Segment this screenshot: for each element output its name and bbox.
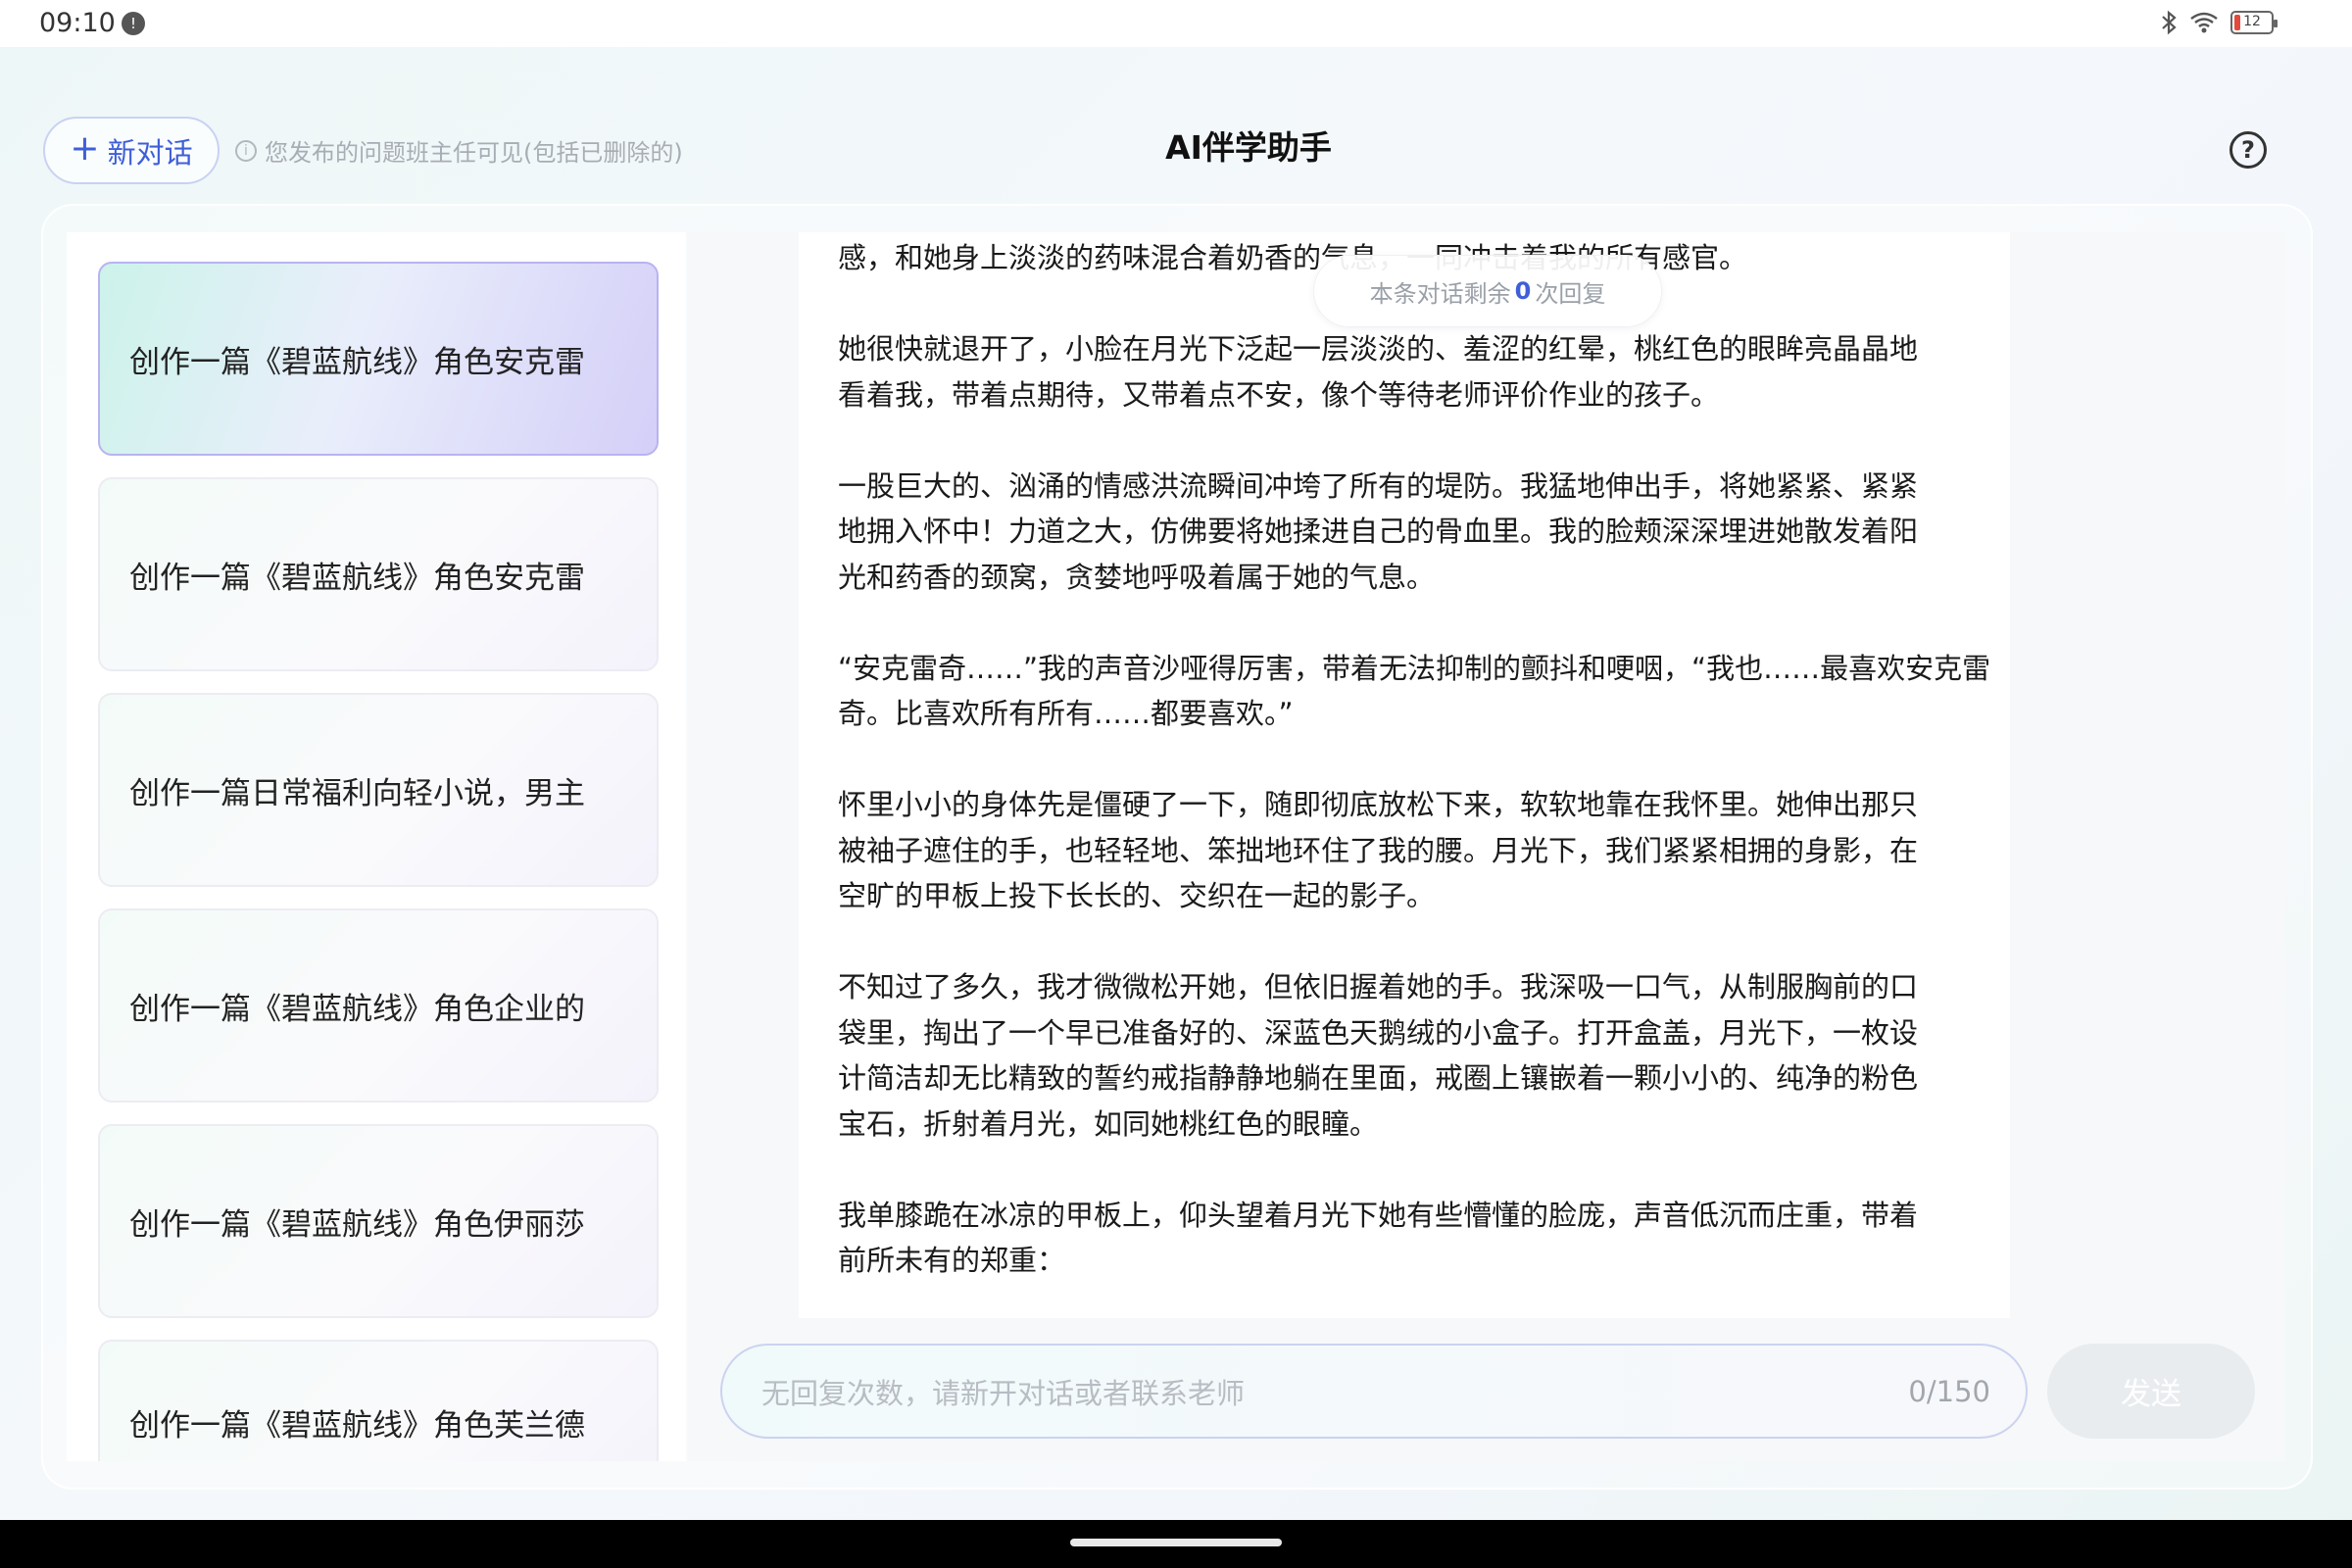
status-icons: 12 <box>2160 10 2278 35</box>
conversation-item[interactable]: 创作一篇日常福利向轻小说，男主 <box>98 693 659 887</box>
message-paragraph: “安克雷奇……”我的声音沙哑得厉害，带着无法抑制的颤抖和哽咽，“我也……最喜欢安… <box>838 646 1994 737</box>
message-line: “安克雷奇……”我的声音沙哑得厉害，带着无法抑制的颤抖和哽咽，“我也……最喜欢安… <box>838 651 1991 685</box>
message-line: 不知过了多久，我才微微松开她，但依旧握着她的手。我深吸一口气，从制服胸前的口 <box>838 970 1919 1004</box>
conversation-title: 创作一篇《碧蓝航线》角色安克雷 <box>129 344 585 380</box>
notification-icon: ! <box>122 12 145 35</box>
conversation-item[interactable]: 创作一篇《碧蓝航线》角色芙兰德 <box>98 1340 659 1461</box>
status-time: 09:10 <box>39 8 116 38</box>
message-input[interactable]: 无回复次数，请新开对话或者联系老师 0/150 <box>720 1344 2028 1439</box>
message-line: 她很快就退开了，小脸在月光下泛起一层淡淡的、羞涩的红晕，桃红色的眼眸亮晶晶地 <box>838 332 1919 366</box>
message-line: 怀里小小的身体先是僵硬了一下，随即彻底放松下来，软软地靠在我怀里。她伸出那只 <box>838 788 1919 821</box>
message-line: 前所未有的郑重： <box>838 1244 1066 1277</box>
message-line: 看着我，带着点期待，又带着点不安，像个等待老师评价作业的孩子。 <box>838 377 1720 412</box>
message-paragraph: 怀里小小的身体先是僵硬了一下，随即彻底放松下来，软软地靠在我怀里。她伸出那只 被袖… <box>838 782 1994 919</box>
message-paragraph: 她很快就退开了，小脸在月光下泛起一层淡淡的、羞涩的红晕，桃红色的眼眸亮晶晶地 看着… <box>838 326 1994 417</box>
message-line: 光和药香的颈窝，贪婪地呼吸着属于她的气息。 <box>838 560 1436 594</box>
char-counter: 0/150 <box>1908 1374 1990 1408</box>
page-title: AI伴学助手 <box>1165 128 1332 167</box>
battery-icon: 12 <box>2230 11 2278 34</box>
remaining-suffix: 次回复 <box>1535 279 1606 308</box>
remaining-count: 0 <box>1514 277 1532 305</box>
message-paragraph: 我单膝跪在冰凉的甲板上，仰头望着月光下她有些懵懂的脸庞，声音低沉而庄重，带着 前所… <box>838 1193 1994 1284</box>
conversation-item[interactable]: 创作一篇《碧蓝航线》角色安克雷 <box>98 262 659 456</box>
conversation-item[interactable]: 创作一篇《碧蓝航线》角色企业的 <box>98 908 659 1102</box>
conversation-title: 创作一篇日常福利向轻小说，男主 <box>129 775 585 811</box>
ai-message: 感，和她身上淡淡的药味混合着奶香的气息，一同冲击着我的所有感官。 她很快就退开了，… <box>799 232 2010 1318</box>
conversation-title: 创作一篇《碧蓝航线》角色伊丽莎 <box>129 1206 585 1243</box>
message-line: 被袖子遮住的手，也轻轻地、笨拙地环住了我的腰。月光下，我们紧紧相拥的身影，在 <box>838 833 1919 867</box>
help-icon[interactable]: ? <box>2230 131 2267 169</box>
message-line: 空旷的甲板上投下长长的、交织在一起的影子。 <box>838 879 1436 912</box>
bluetooth-icon <box>2160 10 2178 35</box>
conversation-title: 创作一篇《碧蓝航线》角色安克雷 <box>129 560 585 596</box>
message-line: 宝石，折射着月光，如同她桃红色的眼瞳。 <box>838 1106 1379 1141</box>
input-placeholder: 无回复次数，请新开对话或者联系老师 <box>761 1376 1246 1410</box>
message-line: 我单膝跪在冰凉的甲板上，仰头望着月光下她有些懵懂的脸庞，声音低沉而庄重，带着 <box>838 1198 1919 1232</box>
battery-level: 12 <box>2243 14 2261 29</box>
conversation-list: 创作一篇《碧蓝航线》角色安克雷 创作一篇《碧蓝航线》角色安克雷 创作一篇日常福利… <box>67 232 686 1461</box>
home-indicator[interactable] <box>1070 1539 1282 1546</box>
message-line: 一股巨大的、汹涌的情感洪流瞬间冲垮了所有的堤防。我猛地伸出手，将她紧紧、紧紧 <box>838 468 1919 503</box>
wifi-icon <box>2189 11 2219 34</box>
send-button[interactable]: 发送 <box>2047 1344 2255 1439</box>
message-line: 计简洁却无比精致的誓约戒指静静地躺在里面，戒圈上镶嵌着一颗小小的、纯净的粉色 <box>838 1061 1919 1095</box>
conversation-item[interactable]: 创作一篇《碧蓝航线》角色安克雷 <box>98 477 659 671</box>
message-paragraph: 一股巨大的、汹涌的情感洪流瞬间冲垮了所有的堤防。我猛地伸出手，将她紧紧、紧紧 地拥… <box>838 464 1994 601</box>
conversation-item[interactable]: 创作一篇《碧蓝航线》角色伊丽莎 <box>98 1124 659 1318</box>
conversation-title: 创作一篇《碧蓝航线》角色企业的 <box>129 991 585 1027</box>
status-bar: 09:10 ! 12 <box>0 0 2352 47</box>
remaining-prefix: 本条对话剩余 <box>1369 279 1511 308</box>
message-line: 奇。比喜欢所有所有……都要喜欢。” <box>838 697 1294 730</box>
remaining-replies-badge: 本条对话剩余 0 次回复 <box>1313 255 1662 327</box>
conversation-title: 创作一篇《碧蓝航线》角色芙兰德 <box>129 1408 585 1444</box>
message-line: 袋里，掏出了一个早已准备好的、深蓝色天鹅绒的小盒子。打开盒盖，月光下，一枚设 <box>838 1015 1919 1050</box>
message-paragraph: 不知过了多久，我才微微松开她，但依旧握着她的手。我深吸一口气，从制服胸前的口 袋里… <box>838 964 1994 1147</box>
message-line: 地拥入怀中！力道之大，仿佛要将她揉进自己的骨血里。我的脸颊深深埋进她散发着阳 <box>838 514 1919 548</box>
